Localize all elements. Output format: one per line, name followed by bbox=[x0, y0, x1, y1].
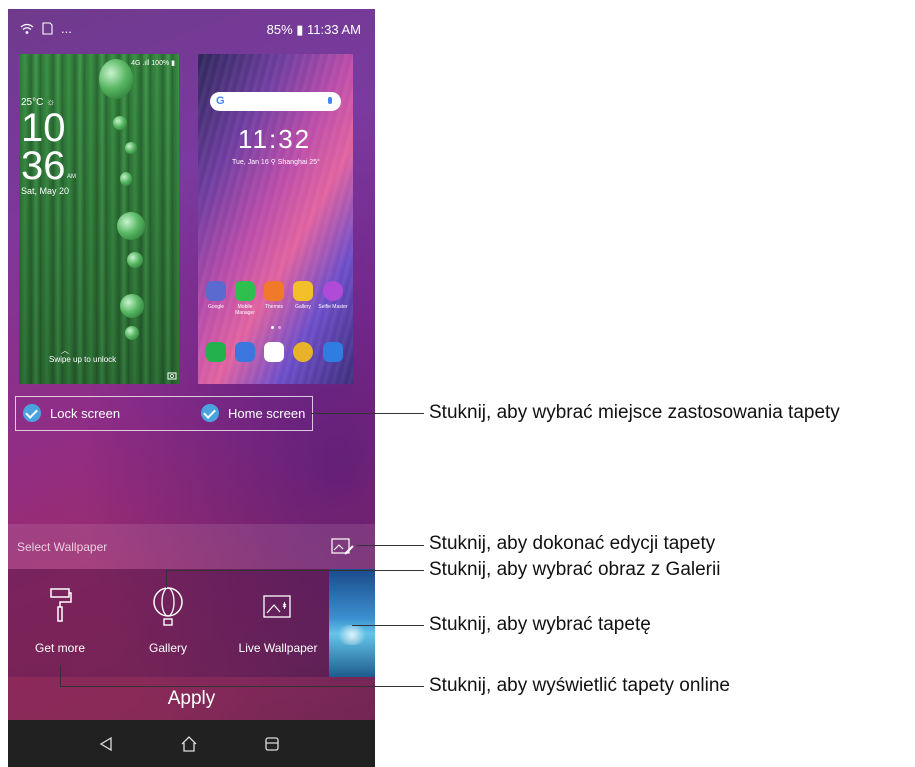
callout-line bbox=[352, 625, 424, 626]
water-drop bbox=[125, 142, 137, 154]
navigation-bar bbox=[8, 720, 375, 767]
wallpaper-thumbnail[interactable] bbox=[329, 569, 375, 677]
battery-time: 85% ▮ 11:33 AM bbox=[266, 22, 361, 37]
wifi-icon bbox=[20, 23, 34, 34]
water-drop bbox=[99, 59, 133, 99]
google-search-bar: G bbox=[210, 92, 341, 111]
recents-icon[interactable] bbox=[264, 736, 280, 752]
select-wallpaper-label: Select Wallpaper bbox=[17, 540, 108, 554]
home-screen-label[interactable]: Home screen bbox=[228, 406, 305, 421]
callout-wallpaper: Stuknij, aby wybrać tapetę bbox=[429, 614, 651, 635]
lock-am: AM bbox=[67, 174, 76, 180]
mic-icon bbox=[328, 97, 332, 104]
lock-status: 4G .ıll 100% ▮ bbox=[131, 60, 175, 67]
water-drop bbox=[127, 252, 143, 268]
dock-phone-icon bbox=[206, 342, 226, 362]
page-dot bbox=[278, 326, 281, 329]
gallery-tile[interactable]: Gallery bbox=[124, 569, 212, 677]
callout-gallery: Stuknij, aby wybrać obraz z Galerii bbox=[429, 559, 721, 580]
dock-play-store-icon bbox=[264, 342, 284, 362]
app-gallery-icon bbox=[293, 281, 313, 301]
status-bar: ... 85% ▮ 11:33 AM bbox=[8, 9, 375, 47]
status-more: ... bbox=[61, 21, 72, 36]
home-screen-checkbox[interactable] bbox=[201, 404, 219, 422]
select-wallpaper-bar: Select Wallpaper bbox=[8, 524, 375, 569]
app-themes-icon bbox=[264, 281, 284, 301]
callout-line bbox=[311, 413, 424, 414]
live-wallpaper-icon bbox=[263, 595, 291, 618]
home-date: Tue, Jan 16 ⚲ Shanghai 25° bbox=[232, 159, 320, 166]
paint-roller-icon bbox=[50, 588, 72, 622]
lock-screen-checkbox[interactable] bbox=[23, 404, 41, 422]
page-dot bbox=[271, 326, 274, 329]
dock-messages-icon bbox=[235, 342, 255, 362]
callout-edit: Stuknij, aby dokonać edycji tapety bbox=[429, 533, 716, 554]
water-drop bbox=[113, 116, 127, 130]
gallery-balloon-icon bbox=[153, 587, 183, 626]
camera-icon bbox=[167, 372, 177, 380]
callout-line bbox=[166, 570, 424, 571]
app-mobile-manager-icon bbox=[235, 281, 255, 301]
callout-line bbox=[60, 665, 61, 686]
wallpaper-target-selector: Lock screen Home screen bbox=[15, 396, 313, 431]
water-drop bbox=[117, 212, 145, 240]
home-screen-preview[interactable]: G 11:32 Tue, Jan 16 ⚲ Shanghai 25° Googl… bbox=[198, 54, 353, 384]
home-clock: 11:32 bbox=[238, 124, 312, 154]
google-g-icon: G bbox=[216, 95, 225, 107]
gallery-label: Gallery bbox=[148, 641, 187, 655]
callout-line bbox=[357, 545, 424, 546]
callout-line bbox=[60, 686, 424, 687]
app-label: Gallery bbox=[295, 304, 311, 310]
app-label: Themes bbox=[264, 304, 284, 310]
callout-line bbox=[166, 570, 167, 588]
apply-button[interactable]: Apply bbox=[8, 677, 375, 720]
wallpaper-source-tiles: Get more Gallery Live Wallpaper bbox=[8, 569, 375, 677]
water-drop bbox=[120, 294, 144, 318]
sd-card-icon bbox=[42, 22, 53, 35]
app-google-icon bbox=[206, 281, 226, 301]
live-wallpaper-label: Live Wallpaper bbox=[238, 641, 318, 655]
home-icon[interactable] bbox=[180, 736, 198, 752]
water-drop bbox=[120, 172, 132, 186]
lock-date: Sat, May 20 bbox=[21, 186, 70, 196]
callout-online: Stuknij, aby wyświetlić tapety online bbox=[429, 675, 730, 696]
edit-wallpaper-icon[interactable] bbox=[331, 537, 355, 557]
app-label: Selfie Master bbox=[318, 304, 348, 310]
phone-screen: ... 85% ▮ 11:33 AM 4G .ıll 100% ▮ 25°C ☼… bbox=[8, 9, 375, 767]
dock-camera-icon bbox=[323, 342, 343, 362]
swipe-text: Swipe up to unlock bbox=[49, 355, 117, 364]
app-label: Mobile Manager bbox=[235, 304, 255, 316]
back-icon[interactable] bbox=[98, 736, 114, 752]
get-more-tile[interactable]: Get more bbox=[16, 569, 104, 677]
get-more-label: Get more bbox=[34, 641, 85, 655]
lock-screen-label[interactable]: Lock screen bbox=[50, 406, 120, 421]
live-wallpaper-tile[interactable]: Live Wallpaper bbox=[232, 569, 324, 677]
dock-chrome-icon bbox=[293, 342, 313, 362]
lock-minute: 36 bbox=[21, 144, 66, 188]
app-label: Google bbox=[207, 304, 225, 310]
water-drop bbox=[125, 326, 139, 340]
app-selfie-master-icon bbox=[323, 281, 343, 301]
lock-screen-preview[interactable]: 4G .ıll 100% ▮ 25°C ☼ 10 36 AM Sat, May … bbox=[19, 54, 179, 384]
callout-target: Stuknij, aby wybrać miejsce zastosowania… bbox=[429, 402, 840, 423]
